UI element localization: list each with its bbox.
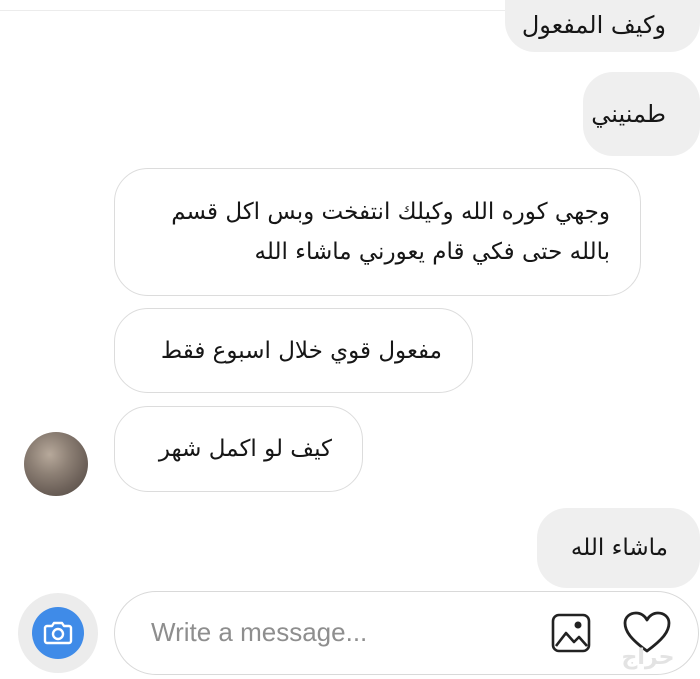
message-sent-1: وكيف المفعول bbox=[505, 0, 700, 52]
message-received-3: كيف لو اكمل شهر bbox=[114, 406, 363, 492]
message-text: مفعول قوي خلال اسبوع فقط bbox=[160, 337, 442, 364]
message-text: وجهي كوره الله وكيلك انتفخت وبس اكل قسم … bbox=[171, 199, 610, 265]
contact-avatar[interactable] bbox=[24, 432, 88, 496]
image-icon[interactable] bbox=[550, 612, 592, 654]
message-placeholder: Write a message... bbox=[151, 617, 368, 647]
camera-button[interactable] bbox=[18, 593, 98, 673]
watermark-logo: حراج bbox=[621, 645, 675, 670]
message-received-1: وجهي كوره الله وكيلك انتفخت وبس اكل قسم … bbox=[114, 168, 641, 296]
message-text: ماشاء الله bbox=[570, 535, 668, 561]
message-text: كيف لو اكمل شهر bbox=[158, 436, 332, 462]
message-sent-3: ماشاء الله bbox=[537, 508, 700, 588]
message-sent-2: طمنيني bbox=[583, 72, 700, 156]
message-text: وكيف المفعول bbox=[521, 11, 666, 39]
message-text: طمنيني bbox=[591, 100, 666, 128]
camera-icon bbox=[32, 607, 84, 659]
message-received-2: مفعول قوي خلال اسبوع فقط bbox=[114, 308, 473, 393]
